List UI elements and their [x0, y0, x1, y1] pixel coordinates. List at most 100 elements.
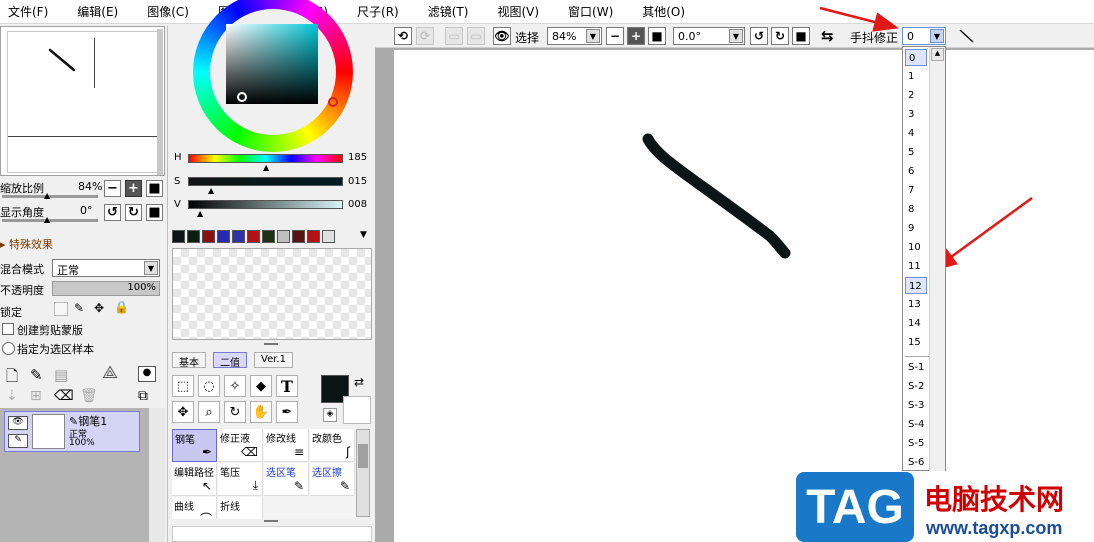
stabilizer-option[interactable]: 2	[905, 87, 927, 104]
layer-item-pen1[interactable]: 👁 ✎ ✎钢笔1 正常 100%	[4, 411, 140, 452]
zoom-slider-thumb[interactable]: ▲	[44, 191, 50, 200]
saturation-slider[interactable]	[188, 177, 343, 186]
angle-select[interactable]: 0.0° ▼	[673, 27, 745, 45]
transfer-down-icon[interactable]: ⇣	[6, 388, 18, 404]
brush-slot[interactable]: 折线 ⌐	[218, 497, 263, 519]
menu-item-9[interactable]: 其他(O)	[642, 3, 685, 20]
undo-button[interactable]: ⟲	[394, 27, 412, 45]
brush-scrollbar[interactable]	[356, 429, 370, 517]
color-swatch[interactable]	[172, 230, 185, 243]
brush-slot[interactable]: 编辑路径 ↖	[172, 463, 217, 496]
transparent-color-icon[interactable]: ◈	[323, 408, 337, 422]
eyedropper-icon[interactable]: ✒	[276, 401, 298, 423]
lock-move-icon[interactable]: ✥	[94, 301, 104, 315]
color-swatch[interactable]	[232, 230, 245, 243]
toolbar-zoom-in-button[interactable]: +	[627, 27, 645, 45]
stabilizer-option[interactable]: 12	[905, 277, 927, 294]
rotate-view-icon[interactable]: ↻	[224, 401, 246, 423]
stabilizer-option[interactable]: 15	[905, 334, 927, 351]
menu-item-6[interactable]: 滤镜(T)	[428, 3, 469, 20]
eye-icon[interactable]: 👁	[8, 416, 28, 430]
toolbar-zoom-out-button[interactable]: −	[606, 27, 624, 45]
color-swatch[interactable]	[187, 230, 200, 243]
brush-slot[interactable]: 曲线 ⌒	[172, 497, 217, 519]
stabilizer-option[interactable]: 11	[905, 258, 927, 275]
stabilizer-option[interactable]: 0	[905, 49, 927, 66]
clip-checkbox[interactable]	[2, 323, 14, 335]
stabilizer-option[interactable]: 9	[905, 220, 927, 237]
perspective-icon[interactable]: ⟁	[102, 362, 118, 383]
color-swatch[interactable]	[262, 230, 275, 243]
lasso-icon[interactable]: ◌	[198, 375, 220, 397]
layer-mask-icon[interactable]: ●	[138, 366, 156, 382]
secondary-color-swatch[interactable]	[343, 396, 371, 424]
lock-paint-icon[interactable]: ✎	[74, 301, 84, 315]
hand-icon[interactable]: ✋	[250, 401, 272, 423]
menu-item-0[interactable]: 文件(F)	[8, 3, 48, 20]
zoom-select[interactable]: 84% ▼	[547, 27, 602, 45]
swap-colors-icon[interactable]: ⇄	[354, 375, 364, 389]
stabilizer-option[interactable]: 5	[905, 144, 927, 161]
brush-slot[interactable]: 笔压 ⤓	[218, 463, 263, 496]
angle-slider-thumb[interactable]: ▲	[44, 215, 50, 224]
brush-slot[interactable]: 选区擦 ✎	[310, 463, 355, 496]
panel-splitter-2[interactable]	[264, 343, 278, 345]
zoom-icon[interactable]: ⌕	[198, 401, 220, 423]
color-swatch[interactable]	[247, 230, 260, 243]
value-slider-thumb[interactable]: ▲	[197, 210, 203, 218]
stabilizer-option[interactable]: S-5	[905, 435, 927, 452]
menu-item-5[interactable]: 尺子(R)	[357, 3, 399, 20]
brush-slot[interactable]: 钢笔 ✒	[172, 429, 217, 462]
stabilizer-option[interactable]: 13	[905, 296, 927, 313]
color-swatch[interactable]	[217, 230, 230, 243]
color-swatch[interactable]	[307, 230, 320, 243]
toolbar-zoom-reset-button[interactable]: ■	[648, 27, 666, 45]
stabilizer-option[interactable]: S-1	[905, 359, 927, 376]
brush-slot[interactable]: 修改线 ≡	[264, 429, 309, 462]
zoom-out-button[interactable]: −	[104, 180, 121, 197]
blend-mode-select[interactable]: 正常 ▼	[52, 259, 160, 277]
menu-item-1[interactable]: 编辑(E)	[77, 3, 118, 20]
brush-settings-area[interactable]	[172, 526, 372, 542]
zoom-reset-button[interactable]: ■	[146, 180, 163, 197]
color-swatch[interactable]	[277, 230, 290, 243]
color-swatch[interactable]	[202, 230, 215, 243]
menu-item-8[interactable]: 窗口(W)	[568, 3, 613, 20]
tab-basic[interactable]: 基本	[172, 352, 206, 369]
navigator-preview[interactable]	[7, 31, 159, 173]
deselect-button[interactable]: ▭	[445, 27, 463, 45]
value-slider[interactable]	[188, 200, 343, 209]
stabilizer-option[interactable]: 8	[905, 201, 927, 218]
brush-slot[interactable]: 改颜色 ʃ	[310, 429, 355, 462]
rotate-reset-button[interactable]: ■	[146, 204, 163, 221]
panel-splitter-3[interactable]	[264, 520, 278, 522]
toolbar-rotate-right-button[interactable]: ↻	[771, 27, 789, 45]
stabilizer-option[interactable]: 1	[905, 68, 927, 85]
lock-all-icon[interactable]: 🔒	[114, 300, 129, 314]
rect-select-icon[interactable]: ⬚	[172, 375, 194, 397]
color-swatch[interactable]	[292, 230, 305, 243]
rotate-left-button[interactable]: ↺	[104, 204, 121, 221]
tab-ver1[interactable]: Ver.1	[254, 352, 293, 368]
stabilizer-option[interactable]: 14	[905, 315, 927, 332]
color-swatch[interactable]	[322, 230, 335, 243]
stabilizer-option[interactable]: S-6	[905, 454, 927, 471]
dropdown-scrollbar[interactable]: ▲	[929, 47, 945, 471]
layer-scrollbar[interactable]	[149, 408, 165, 542]
stabilizer-option[interactable]: 6	[905, 163, 927, 180]
magic-wand-icon[interactable]: ✧	[224, 375, 246, 397]
clear-layer-icon[interactable]: ⌫	[54, 388, 74, 404]
opacity-slider[interactable]: 100%	[52, 281, 160, 296]
delete-layer-icon[interactable]: 🗑	[80, 388, 98, 404]
menu-item-7[interactable]: 视图(V)	[497, 3, 539, 20]
stabilizer-option[interactable]: 3	[905, 106, 927, 123]
sv-picker-handle[interactable]	[237, 92, 247, 102]
redo-button[interactable]: ⟳	[416, 27, 434, 45]
stabilizer-option[interactable]: 4	[905, 125, 927, 142]
layer-list[interactable]: 👁 ✎ ✎钢笔1 正常 100%	[0, 408, 165, 542]
brush-slot[interactable]: 选区笔 ✎	[264, 463, 309, 496]
zoom-in-button[interactable]: +	[125, 180, 142, 197]
show-selection-icon[interactable]: 👁	[493, 27, 511, 45]
stabilizer-dropdown[interactable]: 0 1 2 3 4 5 6 7 8 9 10 11 12 13 14 15 S-1 S-2 S-3 S-4 S-5 S-6…	[902, 46, 946, 471]
move-icon[interactable]: ✥	[172, 401, 194, 423]
